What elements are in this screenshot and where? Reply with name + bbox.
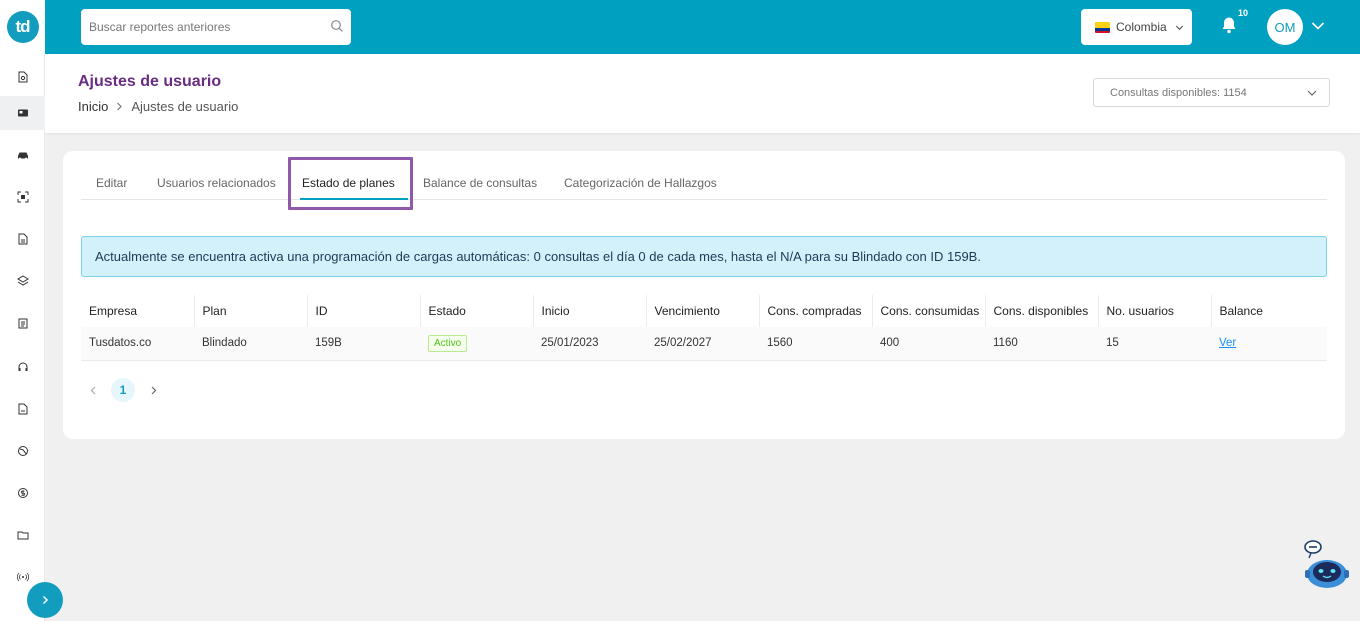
chevron-right-icon [42,595,49,605]
plans-table: Empresa Plan ID Estado Inicio Vencimient… [81,295,1327,361]
breadcrumb-home[interactable]: Inicio [78,99,108,114]
country-label: Colombia [1116,20,1167,34]
clipboard-icon[interactable] [0,306,45,340]
column-header: Inicio [533,295,647,327]
search-box [81,9,351,45]
cell-balance: Ver [1211,327,1327,361]
cell-empresa: Tusdatos.co [81,327,194,361]
id-card-icon[interactable] [0,96,45,130]
status-badge: Activo [428,334,468,352]
cell-estado: Activo [420,327,533,361]
next-page-button[interactable] [141,378,165,402]
tab-bar: Editar Usuarios relacionados Estado de p… [81,171,1327,200]
table-row: Tusdatos.co Blindado 159B Activo 25/01/2… [81,327,1327,361]
consultas-label: Consultas disponibles: 1154 [1110,86,1247,99]
cell-compradas: 1560 [759,327,872,361]
car-icon[interactable] [0,138,45,172]
column-header: Plan [194,295,308,327]
breadcrumb: Inicio Ajustes de usuario [78,99,238,114]
sidebar: td [0,0,45,621]
tab-categorizacion-de-hallazgos[interactable]: Categorización de Hallazgos [564,176,717,190]
breadcrumb-current: Ajustes de usuario [131,99,239,114]
chatbot-button[interactable] [1300,538,1354,592]
chevron-right-icon [151,386,156,394]
avatar[interactable]: OM [1267,9,1303,45]
tab-usuarios-relacionados[interactable]: Usuarios relacionados [157,176,276,190]
cell-inicio: 25/01/2023 [533,327,646,361]
column-header: No. usuarios [1098,295,1212,327]
column-header: Empresa [81,295,195,327]
prev-page-button[interactable] [81,378,105,402]
colombia-flag-icon [1095,21,1110,33]
search-input[interactable] [81,9,321,45]
cell-vencimiento: 25/02/2027 [646,327,759,361]
country-selector[interactable]: Colombia [1081,9,1192,45]
robot-icon [1304,540,1349,588]
column-header: Cons. disponibles [985,295,1099,327]
chevron-down-icon [1175,25,1183,30]
table-header-row: Empresa Plan ID Estado Inicio Vencimient… [81,295,1327,327]
bell-icon[interactable] [1221,16,1237,34]
column-header: Cons. consumidas [872,295,986,327]
logo-mark: td [6,11,39,43]
column-header: ID [307,295,421,327]
cell-id: 159B [307,327,420,361]
search-icon[interactable] [330,19,344,33]
file-icon[interactable] [0,392,45,426]
sidebar-expand-button[interactable] [27,582,63,618]
tab-estado-de-planes[interactable]: Estado de planes [302,176,395,190]
chevron-down-icon [1307,90,1317,96]
layers-icon[interactable] [0,264,45,298]
document-search-icon[interactable] [0,60,45,94]
dollar-icon[interactable] [0,476,45,510]
active-tab-indicator [300,198,408,200]
ver-balance-link[interactable]: Ver [1219,337,1236,349]
scan-icon[interactable] [0,180,45,214]
top-bar: Colombia 10 OM [45,0,1360,54]
cell-disponibles: 1160 [985,327,1098,361]
globe-icon[interactable] [0,434,45,468]
chevron-left-icon [90,386,95,394]
column-header: Vencimiento [646,295,760,327]
page-header: Ajustes de usuario Inicio Ajustes de usu… [45,54,1360,133]
cell-consumidas: 400 [872,327,985,361]
pagination: 1 [81,378,165,402]
page-number[interactable]: 1 [111,378,135,402]
document-icon[interactable] [0,222,45,256]
cell-usuarios: 15 [1098,327,1211,361]
logo[interactable]: td [0,0,45,54]
info-alert: Actualmente se encuentra activa una prog… [81,236,1327,277]
breadcrumb-separator-icon [116,99,123,114]
column-header: Balance [1219,304,1263,318]
folder-icon[interactable] [0,518,45,552]
column-header: Cons. compradas [759,295,873,327]
notification-count: 10 [1238,8,1249,18]
tab-editar[interactable]: Editar [96,176,127,190]
user-menu-chevron-icon[interactable] [1311,21,1325,31]
consultas-dropdown[interactable]: Consultas disponibles: 1154 [1093,78,1330,107]
content-card: Editar Usuarios relacionados Estado de p… [63,151,1345,439]
tab-balance-de-consultas[interactable]: Balance de consultas [423,176,537,190]
column-header: Estado [420,295,534,327]
cell-plan: Blindado [194,327,307,361]
page-title: Ajustes de usuario [78,73,222,90]
headset-icon[interactable] [0,350,45,384]
